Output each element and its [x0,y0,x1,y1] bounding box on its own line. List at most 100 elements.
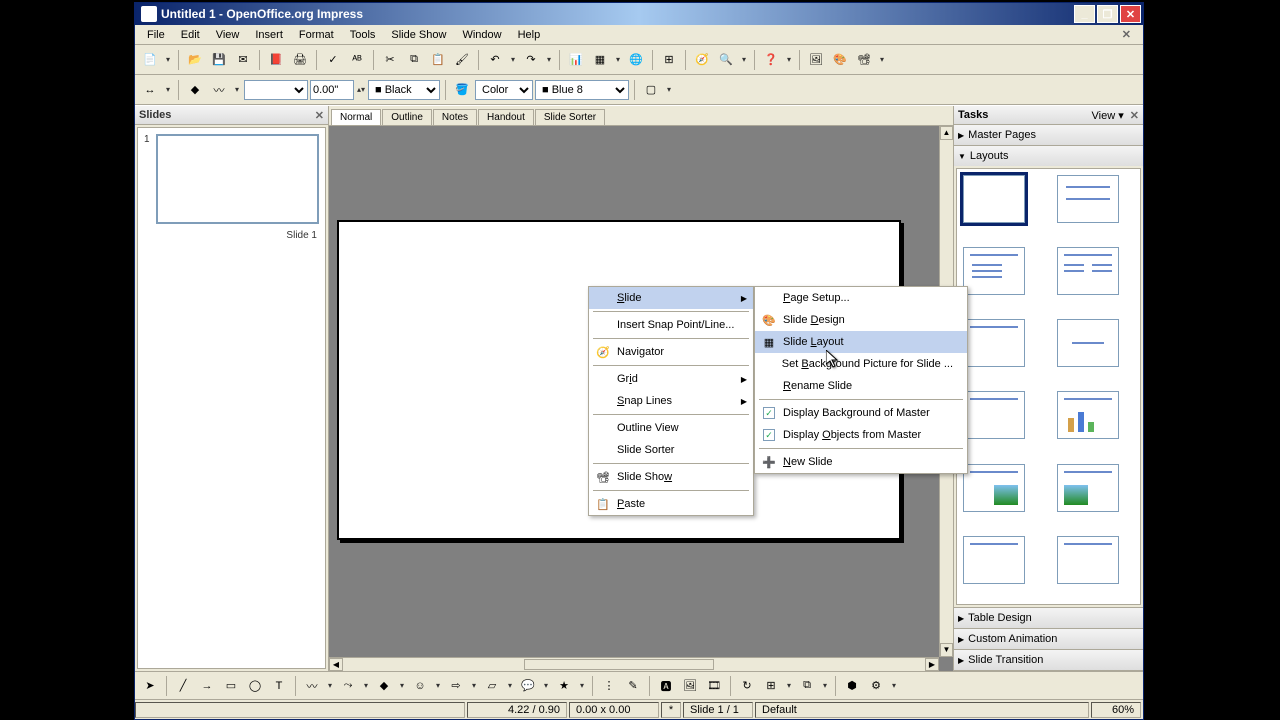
redo-button[interactable]: ↷ [520,49,542,71]
section-custom-animation[interactable]: ▶Custom Animation [954,629,1143,650]
shadow-button[interactable]: ▢ [640,79,662,101]
maximize-button[interactable]: ❐ [1097,5,1118,23]
grid-button[interactable]: ⊞ [658,49,680,71]
tab-handout[interactable]: Handout [478,109,534,125]
rectangle-tool-button[interactable]: ▭ [220,675,242,697]
layout-centered[interactable] [1057,319,1119,367]
arrow-style-dropdown[interactable]: ▾ [163,85,173,94]
slide-design-button[interactable]: 🎨 [829,49,851,71]
arrange-button[interactable]: ⧉ [796,675,818,697]
spellcheck-button[interactable]: ✓ [322,49,344,71]
undo-button[interactable]: ↶ [484,49,506,71]
gallery-insert-button[interactable]: 🎞 [703,675,725,697]
new-doc-button[interactable]: 📄 [139,49,161,71]
fontwork-button[interactable]: 🅰 [655,675,677,697]
zoom-dropdown[interactable]: ▾ [739,55,749,64]
menu-format[interactable]: Format [291,27,342,43]
arrow-tool-button[interactable]: → [196,675,218,697]
hyperlink-button[interactable]: 🌐 [625,49,647,71]
stars-dropdown[interactable]: ▾ [577,681,587,690]
points-button[interactable]: ⋮ [598,675,620,697]
rotate-button[interactable]: ↻ [736,675,758,697]
connector-tool-button[interactable]: ⤳ [337,675,359,697]
close-button[interactable]: ✕ [1120,5,1141,23]
curve-tool-button[interactable]: 〰 [301,675,323,697]
layout-title-only[interactable] [963,319,1025,367]
sub-slide-layout[interactable]: ▦Slide Layout [755,331,967,353]
tab-normal[interactable]: Normal [331,109,381,125]
horizontal-scrollbar[interactable]: ◀ ▶ [329,657,939,671]
arrow-style-button[interactable]: ↔ [139,79,161,101]
table-dropdown[interactable]: ▾ [613,55,623,64]
ellipse-tool-button[interactable]: ◯ [244,675,266,697]
arrange-dropdown[interactable]: ▾ [820,681,830,690]
scroll-left-icon[interactable]: ◀ [329,658,343,671]
tab-notes[interactable]: Notes [433,109,477,125]
presentation-toolbar-overflow[interactable]: ▾ [877,55,887,64]
menu-view[interactable]: View [208,27,248,43]
layout-content-4[interactable] [963,391,1025,439]
ctx-slide[interactable]: Slide▶ [589,287,753,309]
context-submenu-slide[interactable]: Page Setup... 🎨Slide Design ▦Slide Layou… [754,286,968,474]
layout-content-chart[interactable] [963,536,1025,584]
menu-insert[interactable]: Insert [247,27,291,43]
alignment-button[interactable]: ⊞ [760,675,782,697]
drawing-toolbar-overflow[interactable]: ▾ [889,681,899,690]
connector-dropdown[interactable]: ▾ [361,681,371,690]
line-width-input[interactable] [310,80,354,100]
toolbar-overflow[interactable]: ▾ [784,55,794,64]
ctx-grid[interactable]: Grid▶ [589,368,753,390]
zoom-button[interactable]: 🔍 [715,49,737,71]
open-button[interactable]: 📂 [184,49,206,71]
tasks-view-menu[interactable]: View ▾ [1092,109,1124,122]
pdf-export-button[interactable]: 📕 [265,49,287,71]
format-paintbrush-button[interactable]: 🖌 [451,49,473,71]
context-menu[interactable]: Slide▶ Insert Snap Point/Line... 🧭Naviga… [588,286,754,516]
cut-button[interactable]: ✂ [379,49,401,71]
table-button[interactable]: ▦ [589,49,611,71]
callouts-button[interactable]: 💬 [517,675,539,697]
print-button[interactable]: 🖨 [289,49,311,71]
slide-show-button[interactable]: 📽 [853,49,875,71]
layout-content-image[interactable] [963,464,1025,512]
undo-dropdown[interactable]: ▾ [508,55,518,64]
copy-button[interactable]: ⧉ [403,49,425,71]
flowchart-dropdown[interactable]: ▾ [505,681,515,690]
sub-slide-design[interactable]: 🎨Slide Design [755,309,967,331]
layout-image-content[interactable] [1057,464,1119,512]
document-close-icon[interactable]: ✕ [1114,26,1139,43]
line-width-spinner[interactable]: ▴▾ [356,85,366,94]
from-file-button[interactable]: 🖼 [679,675,701,697]
sub-rename-slide[interactable]: Rename Slide [755,375,967,397]
extrusion-button[interactable]: ⬢ [841,675,863,697]
block-arrows-button[interactable]: ⇨ [445,675,467,697]
select-tool-button[interactable]: ➤ [139,675,161,697]
ctx-snap-lines[interactable]: Snap Lines▶ [589,390,753,412]
layout-title-content[interactable] [963,247,1025,295]
help-button[interactable]: ❓ [760,49,782,71]
menu-tools[interactable]: Tools [342,27,384,43]
menu-slide-show[interactable]: Slide Show [383,27,454,43]
paste-button[interactable]: 📋 [427,49,449,71]
hscroll-thumb[interactable] [524,659,714,670]
status-style[interactable]: Default [755,702,1089,718]
basic-shapes-button[interactable]: ◆ [373,675,395,697]
minimize-button[interactable]: _ [1074,5,1095,23]
callouts-dropdown[interactable]: ▾ [541,681,551,690]
text-tool-button[interactable]: T [268,675,290,697]
layout-blank[interactable] [963,175,1025,223]
glue-points-button[interactable]: ✎ [622,675,644,697]
scroll-right-icon[interactable]: ▶ [925,658,939,671]
slides-list[interactable]: 1 Slide 1 [137,127,326,669]
block-arrows-dropdown[interactable]: ▾ [469,681,479,690]
line-style-button[interactable]: 〰 [208,79,230,101]
save-button[interactable]: 💾 [208,49,230,71]
gallery-button[interactable]: 🖼 [805,49,827,71]
sub-page-setup[interactable]: Page Setup... [755,287,967,309]
fill-mode-select[interactable]: Color [475,80,533,100]
status-zoom[interactable]: 60% [1091,702,1141,718]
ctx-outline-view[interactable]: Outline View [589,417,753,439]
layout-chart-content[interactable] [1057,536,1119,584]
fill-color-select[interactable]: ■ Blue 8 [535,80,629,100]
menu-window[interactable]: Window [454,27,509,43]
